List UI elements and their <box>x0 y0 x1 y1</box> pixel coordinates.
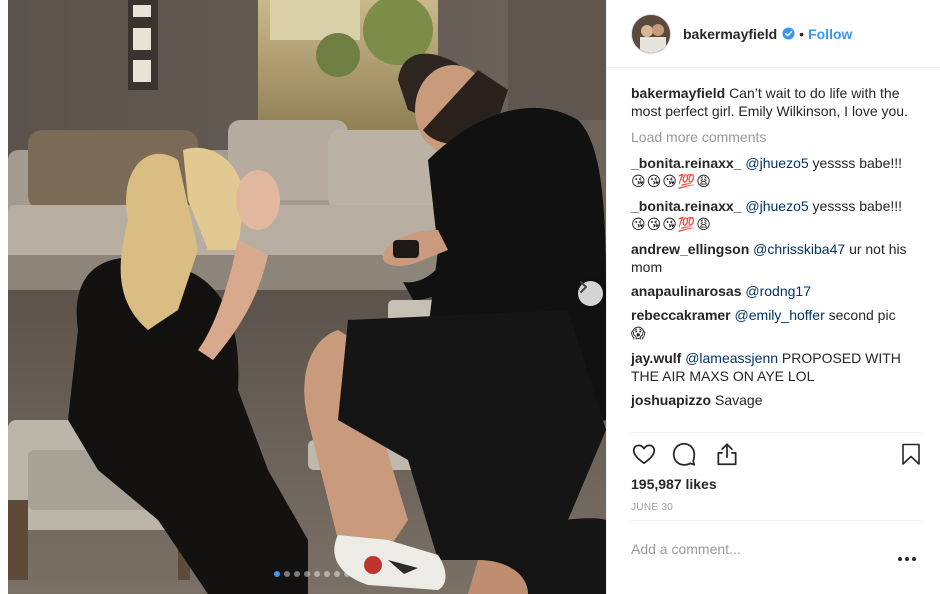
comment-text: yessss babe!!! <box>812 198 903 214</box>
comment-username[interactable]: jay.wulf <box>631 350 681 366</box>
comment-item: anapaulinarosas @rodng17 <box>631 282 921 300</box>
comment-mention[interactable]: @lameassjenn <box>685 350 778 366</box>
comment-emoji: 😱 <box>631 326 647 342</box>
comment-username[interactable]: andrew_ellingson <box>631 241 749 257</box>
post-actions <box>631 441 923 471</box>
comment-item: andrew_ellingson @chrisskiba47 ur not hi… <box>631 240 921 276</box>
post-caption: bakermayfield Can’t wait to do life with… <box>631 84 921 120</box>
chevron-right-icon <box>580 281 587 293</box>
comment-mention[interactable]: @emily_hoffer <box>735 307 825 323</box>
divider <box>631 432 921 433</box>
comment-mention[interactable]: @jhuezo5 <box>745 198 808 214</box>
post-photo[interactable] <box>8 0 606 594</box>
carousel-dot <box>294 571 300 577</box>
carousel-dot <box>334 571 340 577</box>
comment-username[interactable]: _bonita.reinaxx_ <box>631 155 742 171</box>
comment-mention[interactable]: @jhuezo5 <box>745 155 808 171</box>
likes-count[interactable]: 195,987 likes <box>631 476 717 492</box>
comment-mention[interactable]: @rodng17 <box>745 283 811 299</box>
comment-item: rebeccakramer @emily_hoffer second pic 😱 <box>631 306 921 343</box>
carousel-dot <box>304 571 310 577</box>
carousel-dot <box>274 571 280 577</box>
add-comment-input[interactable] <box>631 538 881 560</box>
proposal-photo-illustration <box>8 0 606 594</box>
divider <box>631 520 921 521</box>
post-date[interactable]: JUNE 30 <box>631 502 673 513</box>
more-options-icon[interactable] <box>897 556 917 562</box>
post-header: bakermayfield • Follow <box>607 0 940 68</box>
comment-username[interactable]: joshuapizzo <box>631 392 711 408</box>
carousel-dot <box>324 571 330 577</box>
comment-text: yessss babe!!! <box>812 155 903 171</box>
comment-text: Savage <box>715 392 763 408</box>
verified-badge-icon <box>782 27 795 40</box>
caption-username[interactable]: bakermayfield <box>631 85 725 101</box>
carousel-dot <box>344 571 350 577</box>
separator-dot: • <box>799 25 805 42</box>
comment-username[interactable]: rebeccakramer <box>631 307 731 323</box>
username-link[interactable]: bakermayfield <box>683 26 777 42</box>
comment-emoji: 😘😘😘💯😩 <box>631 217 712 233</box>
carousel-indicator <box>274 571 350 577</box>
comment-item: _bonita.reinaxx_ @jhuezo5 yessss babe!!!… <box>631 197 921 234</box>
comment-item: _bonita.reinaxx_ @jhuezo5 yessss babe!!!… <box>631 154 921 191</box>
comment-item: joshuapizzo Savage <box>631 391 921 409</box>
post-details-panel: bakermayfield • Follow bakermayfield Can… <box>606 0 940 594</box>
comment-username[interactable]: anapaulinarosas <box>631 283 742 299</box>
carousel-dot <box>284 571 290 577</box>
comment-mention[interactable]: @chrisskiba47 <box>753 241 845 257</box>
comment-text: second pic <box>828 307 896 323</box>
avatar-image <box>632 14 670 53</box>
comment-item: jay.wulf @lameassjenn PROPOSED WITH THE … <box>631 349 921 385</box>
heart-icon[interactable] <box>631 441 657 467</box>
comments-list: bakermayfield Can’t wait to do life with… <box>631 84 921 415</box>
next-photo-button[interactable] <box>578 281 603 306</box>
comment-username[interactable]: _bonita.reinaxx_ <box>631 198 742 214</box>
avatar[interactable] <box>631 13 671 54</box>
follow-button[interactable]: Follow <box>808 26 852 42</box>
carousel-dot <box>314 571 320 577</box>
comment-icon[interactable] <box>671 441 697 467</box>
comment-emoji: 😘😘😘💯😩 <box>631 174 712 190</box>
share-icon[interactable] <box>714 441 740 467</box>
bookmark-icon[interactable] <box>899 441 923 467</box>
load-more-comments-button[interactable]: Load more comments <box>631 128 921 146</box>
